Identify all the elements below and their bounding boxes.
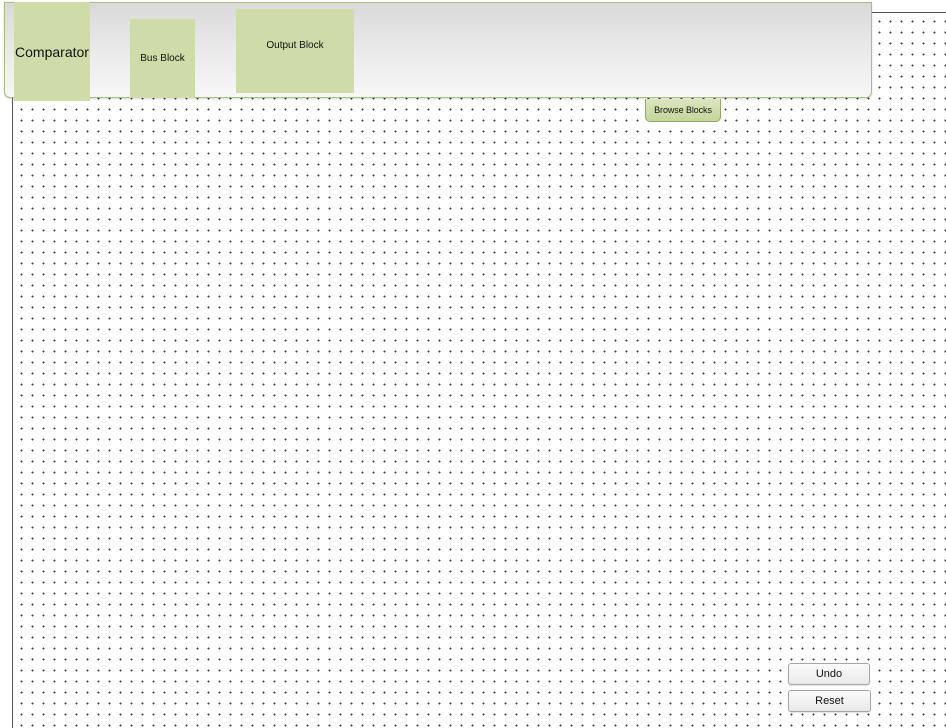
undo-button[interactable]: Undo	[788, 663, 870, 685]
browse-blocks-tab[interactable]: Browse Blocks	[645, 99, 721, 122]
output-block[interactable]: Output Block	[236, 9, 354, 93]
app-stage: Comparator Bus Block Output Block Browse…	[0, 0, 946, 728]
dotted-grid-canvas[interactable]	[12, 12, 946, 728]
reset-button[interactable]: Reset	[788, 690, 871, 712]
bus-block[interactable]: Bus Block	[130, 19, 195, 98]
comparator-block[interactable]: Comparator	[14, 2, 90, 101]
